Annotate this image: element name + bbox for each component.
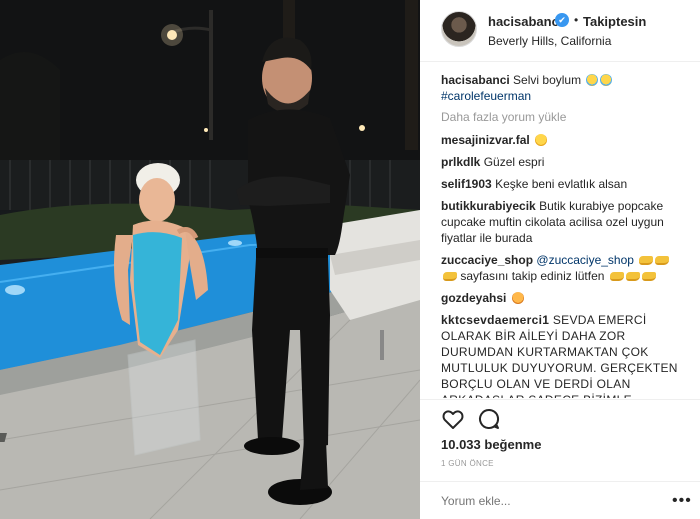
comment-username[interactable]: prlkdlk xyxy=(441,155,480,169)
comment: selif1903 Keşke beni evlatlık alsan xyxy=(441,176,693,192)
winking-face-emoji-icon xyxy=(535,134,548,146)
pointing-hand-emoji-icon xyxy=(443,272,457,281)
comment: mesajinizvar.fal xyxy=(441,132,693,148)
more-options-icon[interactable]: ••• xyxy=(672,492,692,510)
caption-text: Selvi boylum xyxy=(513,73,582,87)
post-header: hacisabanci ✔ • Takiptesin Beverly Hills… xyxy=(420,0,700,62)
add-comment-input[interactable] xyxy=(441,494,596,508)
add-comment-bar: ••• xyxy=(420,481,700,519)
mention-link[interactable]: @zuccaciye_shop xyxy=(536,253,634,267)
comment-username[interactable]: butikkurabiyecik xyxy=(441,199,536,213)
heart-icon[interactable] xyxy=(441,407,465,431)
comment-text: Güzel espri xyxy=(483,155,545,169)
photo-scene xyxy=(0,0,420,519)
post-timestamp: 1 GÜN ÖNCE xyxy=(441,459,494,468)
header-username[interactable]: hacisabanci xyxy=(488,14,562,29)
comment: butikkurabiyecik Butik kurabiye popcake … xyxy=(441,198,693,246)
pointing-hand-emoji-icon xyxy=(655,256,670,265)
verified-badge-icon: ✔ xyxy=(555,13,569,27)
pointing-hand-emoji-icon xyxy=(641,272,656,281)
load-more-comments[interactable]: Daha fazla yorum yükle xyxy=(441,110,693,124)
separator-dot: • xyxy=(574,13,579,27)
comment-text: sayfasını takip ediniz lütfen xyxy=(460,269,605,283)
comments-list[interactable]: hacisabanci Selvi boylum #carolefeuerman… xyxy=(441,72,693,398)
avatar[interactable] xyxy=(441,11,477,47)
comment: gozdeyahsi xyxy=(441,290,693,306)
caption-username[interactable]: hacisabanci xyxy=(441,73,510,87)
post-side-panel: hacisabanci ✔ • Takiptesin Beverly Hills… xyxy=(420,0,700,519)
crying-laughing-emoji-icon xyxy=(600,74,613,86)
comment: zuccaciye_shop @zuccaciye_shop sayfasını… xyxy=(441,252,693,284)
pointing-hand-emoji-icon xyxy=(625,272,640,281)
comment-username[interactable]: gozdeyahsi xyxy=(441,291,506,305)
comment-text: Keşke beni evlatlık alsan xyxy=(495,177,628,191)
following-button[interactable]: Takiptesin xyxy=(583,14,646,29)
pointing-hand-emoji-icon xyxy=(609,272,624,281)
comment: kktcsevdaemerci1 SEVDA EMERCİ OLARAK BİR… xyxy=(441,312,693,398)
comment-username[interactable]: mesajinizvar.fal xyxy=(441,133,530,147)
crying-laughing-emoji-icon xyxy=(586,74,599,86)
comment-username[interactable]: kktcsevdaemerci1 xyxy=(441,313,549,327)
pointing-hand-emoji-icon xyxy=(639,256,654,265)
comment-username[interactable]: selif1903 xyxy=(441,177,492,191)
location-link[interactable]: Beverly Hills, California xyxy=(488,34,611,48)
comment-username[interactable]: zuccaciye_shop xyxy=(441,253,533,267)
comment-icon[interactable] xyxy=(477,407,501,431)
comment: prlkdlk Güzel espri xyxy=(441,154,693,170)
post-actions: 10.033 beğenme 1 GÜN ÖNCE xyxy=(420,399,700,473)
caption: hacisabanci Selvi boylum #carolefeuerman xyxy=(441,72,693,104)
laughing-face-emoji-icon xyxy=(511,292,524,304)
post-photo[interactable] xyxy=(0,0,420,519)
likes-count[interactable]: 10.033 beğenme xyxy=(441,437,541,452)
hashtag-link[interactable]: #carolefeuerman xyxy=(441,89,531,103)
